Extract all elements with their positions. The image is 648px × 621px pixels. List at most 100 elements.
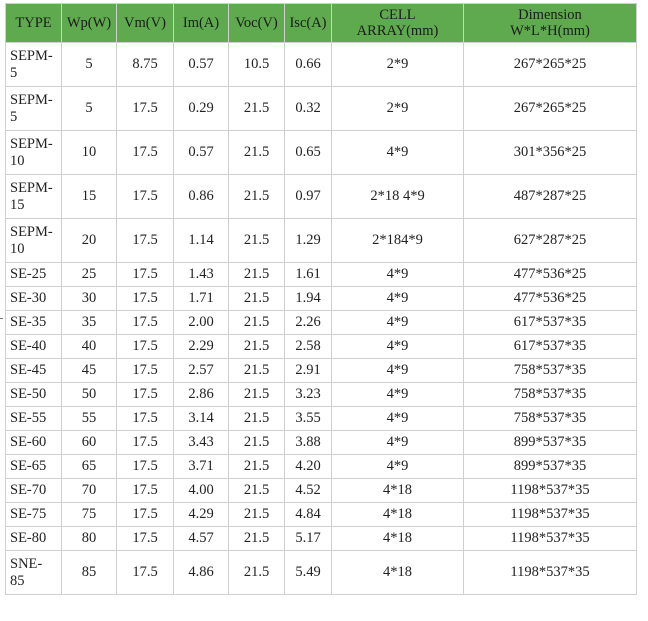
cell-voc: 21.5 <box>228 174 285 219</box>
cell-voc: 21.5 <box>228 502 285 527</box>
cell-im: 0.86 <box>173 174 229 219</box>
cell-dimension: 758*537*35 <box>463 358 637 383</box>
cell-vm: 17.5 <box>116 130 174 175</box>
cell-im: 0.57 <box>173 42 229 87</box>
table-row: SNE- 85 85 17.5 4.86 21.5 5.49 4*18 1198*537*35 <box>5 550 637 595</box>
cell-type: SE-55 <box>5 406 62 431</box>
cell-cell-array: 4*9 <box>331 334 464 359</box>
cell-dimension: 899*537*35 <box>463 454 637 479</box>
cell-wp: 5 <box>61 86 117 131</box>
cell-vm: 17.5 <box>116 430 174 455</box>
table-row: SE-75 75 17.5 4.29 21.5 4.84 4*18 1198*537*35 <box>5 502 637 527</box>
table-row: SEPM- 5 5 8.75 0.57 10.5 0.66 2*9 267*265*25 <box>5 42 637 87</box>
cell-type: SE-65 <box>5 454 62 479</box>
table-row: SE-50 50 17.5 2.86 21.5 3.23 4*9 758*537*35 <box>5 382 637 407</box>
cell-dimension: 267*265*25 <box>463 86 637 131</box>
cell-type: SE-50 <box>5 382 62 407</box>
table-row: SE-80 80 17.5 4.57 21.5 5.17 4*18 1198*537*35 <box>5 526 637 551</box>
cell-isc: 2.26 <box>284 310 332 335</box>
table-row: SE-40 40 17.5 2.29 21.5 2.58 4*9 617*537*35 <box>5 334 637 359</box>
cell-dimension: 267*265*25 <box>463 42 637 87</box>
cell-isc: 5.17 <box>284 526 332 551</box>
cell-isc: 0.66 <box>284 42 332 87</box>
cell-dimension: 627*287*25 <box>463 218 637 263</box>
cell-isc: 2.58 <box>284 334 332 359</box>
cell-voc: 21.5 <box>228 550 285 595</box>
cell-cell-array: 4*9 <box>331 130 464 175</box>
cell-vm: 17.5 <box>116 526 174 551</box>
cell-dimension: 1198*537*35 <box>463 478 637 503</box>
cell-im: 4.86 <box>173 550 229 595</box>
cell-dimension: 899*537*35 <box>463 430 637 455</box>
cell-dimension: 617*537*35 <box>463 310 637 335</box>
header-dimension: Dimension W*L*H(mm) <box>463 3 637 43</box>
cell-im: 4.57 <box>173 526 229 551</box>
table-row: SE-60 60 17.5 3.43 21.5 3.88 4*9 899*537*35 <box>5 430 637 455</box>
table-row: SE-25 25 17.5 1.43 21.5 1.61 4*9 477*536*25 <box>5 262 637 287</box>
cell-isc: 4.52 <box>284 478 332 503</box>
cell-wp: 80 <box>61 526 117 551</box>
cell-type: SEPM- 10 <box>5 130 62 175</box>
cell-type: SEPM- 15 <box>5 174 62 219</box>
header-wp: Wp(W) <box>61 3 117 43</box>
cell-isc: 4.20 <box>284 454 332 479</box>
cell-isc: 1.94 <box>284 286 332 311</box>
cell-dimension: 477*536*25 <box>463 262 637 287</box>
cell-vm: 17.5 <box>116 262 174 287</box>
cell-voc: 21.5 <box>228 430 285 455</box>
cell-dimension: 758*537*35 <box>463 382 637 407</box>
header-isc: Isc(A) <box>284 3 332 43</box>
left-edge-marker <box>0 318 3 319</box>
solar-panel-spec-table: TYPE Wp(W) Vm(V) Im(A) Voc(V) Isc(A) CEL… <box>5 3 637 595</box>
cell-voc: 21.5 <box>228 262 285 287</box>
cell-cell-array: 4*9 <box>331 430 464 455</box>
cell-vm: 17.5 <box>116 286 174 311</box>
cell-wp: 70 <box>61 478 117 503</box>
cell-voc: 21.5 <box>228 406 285 431</box>
table-row: SE-35 35 17.5 2.00 21.5 2.26 4*9 617*537*35 <box>5 310 637 335</box>
cell-im: 1.43 <box>173 262 229 287</box>
cell-voc: 10.5 <box>228 42 285 87</box>
cell-wp: 65 <box>61 454 117 479</box>
cell-dimension: 1198*537*35 <box>463 550 637 595</box>
cell-isc: 4.84 <box>284 502 332 527</box>
cell-type: SE-80 <box>5 526 62 551</box>
cell-dimension: 617*537*35 <box>463 334 637 359</box>
header-type: TYPE <box>5 3 62 43</box>
cell-im: 2.57 <box>173 358 229 383</box>
cell-isc: 3.88 <box>284 430 332 455</box>
cell-wp: 30 <box>61 286 117 311</box>
table-row: SE-65 65 17.5 3.71 21.5 4.20 4*9 899*537*35 <box>5 454 637 479</box>
cell-cell-array: 2*9 <box>331 42 464 87</box>
cell-im: 3.71 <box>173 454 229 479</box>
cell-vm: 17.5 <box>116 174 174 219</box>
cell-isc: 1.61 <box>284 262 332 287</box>
cell-wp: 35 <box>61 310 117 335</box>
cell-type: SE-30 <box>5 286 62 311</box>
header-row: TYPE Wp(W) Vm(V) Im(A) Voc(V) Isc(A) CEL… <box>5 3 637 43</box>
table-row: SE-30 30 17.5 1.71 21.5 1.94 4*9 477*536*25 <box>5 286 637 311</box>
header-cell-array: CELL ARRAY(mm) <box>331 3 464 43</box>
cell-dimension: 301*356*25 <box>463 130 637 175</box>
cell-vm: 17.5 <box>116 406 174 431</box>
cell-vm: 17.5 <box>116 502 174 527</box>
cell-im: 2.86 <box>173 382 229 407</box>
cell-vm: 8.75 <box>116 42 174 87</box>
cell-vm: 17.5 <box>116 358 174 383</box>
cell-cell-array: 4*9 <box>331 286 464 311</box>
cell-isc: 0.97 <box>284 174 332 219</box>
cell-vm: 17.5 <box>116 218 174 263</box>
cell-voc: 21.5 <box>228 358 285 383</box>
cell-isc: 3.55 <box>284 406 332 431</box>
cell-cell-array: 4*9 <box>331 310 464 335</box>
cell-wp: 10 <box>61 130 117 175</box>
cell-im: 1.71 <box>173 286 229 311</box>
cell-cell-array: 4*9 <box>331 382 464 407</box>
cell-voc: 21.5 <box>228 454 285 479</box>
cell-type: SEPM- 5 <box>5 42 62 87</box>
cell-cell-array: 4*9 <box>331 406 464 431</box>
cell-type: SEPM- 5 <box>5 86 62 131</box>
cell-wp: 75 <box>61 502 117 527</box>
header-im: Im(A) <box>173 3 229 43</box>
cell-cell-array: 4*18 <box>331 478 464 503</box>
